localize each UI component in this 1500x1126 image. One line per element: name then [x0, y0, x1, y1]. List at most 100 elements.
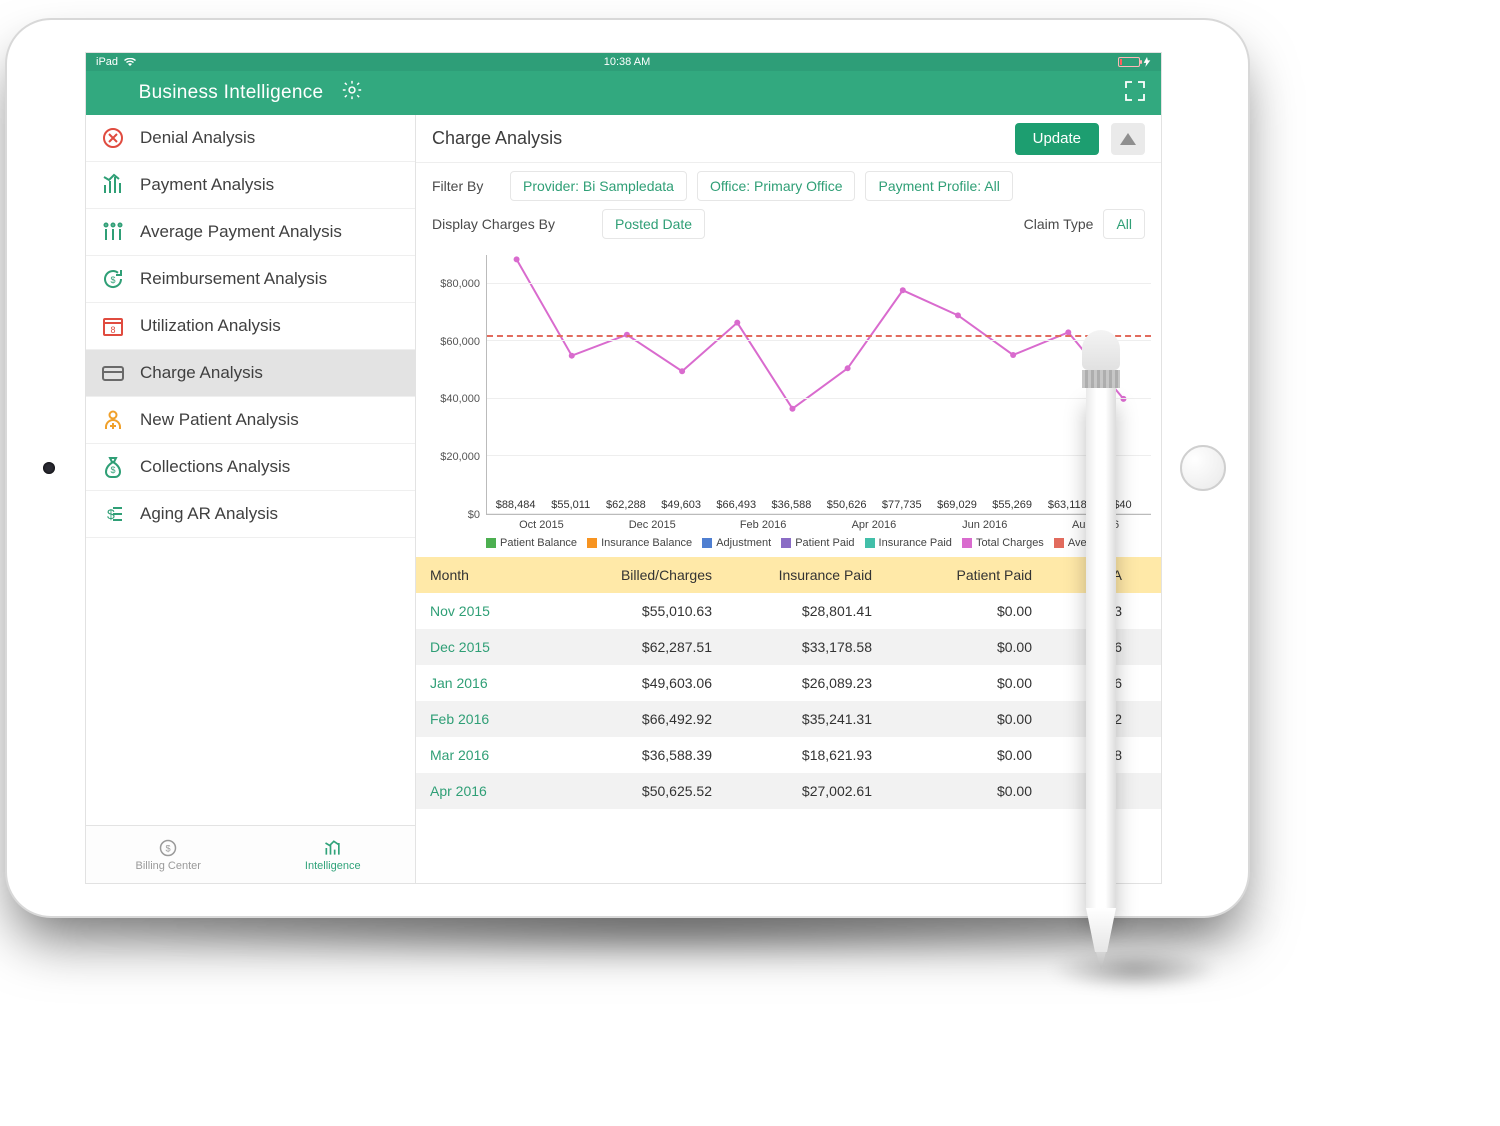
cell-patient-paid: $0.00: [886, 783, 1046, 799]
nav-item-label: Reimbursement Analysis: [140, 269, 327, 289]
filter-office[interactable]: Office: Primary Office: [697, 171, 856, 201]
nav-utilization-analysis[interactable]: 8 Utilization Analysis: [86, 303, 415, 350]
nav-charge-analysis[interactable]: Charge Analysis: [86, 350, 415, 397]
front-camera: [43, 462, 55, 474]
apple-pencil: [1082, 330, 1120, 970]
page-header: Charge Analysis Update: [416, 115, 1161, 163]
cell-billed: $50,625.52: [566, 783, 726, 799]
screen: iPad 10:38 AM Business Intelligence: [85, 52, 1162, 884]
nav-aging-ar-analysis[interactable]: $ Aging AR Analysis: [86, 491, 415, 538]
table-row[interactable]: Jan 2016$49,603.06$26,089.23$0.00$ 46: [416, 665, 1161, 701]
legend-insurance-balance: Insurance Balance: [587, 537, 692, 549]
nav-average-payment-analysis[interactable]: Average Payment Analysis: [86, 209, 415, 256]
cell-month: Nov 2015: [416, 603, 566, 619]
tab-intelligence[interactable]: Intelligence: [251, 826, 416, 883]
tab-label: Intelligence: [305, 860, 361, 872]
collapse-toggle[interactable]: [1111, 123, 1145, 155]
app-title: Business Intelligence: [139, 82, 324, 104]
cell-insurance-paid: $27,002.61: [726, 783, 886, 799]
bar-value-label: $88,484: [496, 499, 536, 511]
chart-y-axis: $0$20,000$40,000$60,000$80,000: [426, 255, 486, 515]
col-patient-paid: Patient Paid: [886, 567, 1046, 583]
nav-collections-analysis[interactable]: $ Collections Analysis: [86, 444, 415, 491]
table-row[interactable]: Nov 2015$55,010.63$28,801.41$0.00$ 53: [416, 593, 1161, 629]
fullscreen-icon[interactable]: [1123, 79, 1147, 108]
cell-billed: $49,603.06: [566, 675, 726, 691]
tab-label: Billing Center: [136, 860, 201, 872]
legend-adjustment: Adjustment: [702, 537, 771, 549]
col-billed: Billed/Charges: [566, 567, 726, 583]
filter-claim-type[interactable]: All: [1103, 209, 1145, 239]
svg-text:$: $: [166, 843, 171, 853]
bar-value-label: $50,626: [827, 499, 867, 511]
nav-item-label: Utilization Analysis: [140, 316, 281, 336]
svg-text:$: $: [110, 465, 115, 475]
table-row[interactable]: Mar 2016$36,588.39$18,621.93$0.00$ 18: [416, 737, 1161, 773]
clock: 10:38 AM: [136, 56, 1118, 68]
display-charges-by-label: Display Charges By: [432, 216, 592, 232]
cell-billed: $66,492.92: [566, 711, 726, 727]
bars-average-icon: [100, 219, 126, 245]
bar-value-label: $36,588: [772, 499, 812, 511]
bar-value-label: $66,493: [716, 499, 756, 511]
nav-item-label: Denial Analysis: [140, 128, 255, 148]
table-row[interactable]: Apr 2016$50,625.52$27,002.61$0.00$: [416, 773, 1161, 809]
credit-card-icon: [100, 360, 126, 386]
filter-provider[interactable]: Provider: Bi Sampledata: [510, 171, 687, 201]
data-table: Month Billed/Charges Insurance Paid Pati…: [416, 557, 1161, 809]
nav-new-patient-analysis[interactable]: New Patient Analysis: [86, 397, 415, 444]
col-insurance-paid: Insurance Paid: [726, 567, 886, 583]
dollar-list-icon: $: [100, 501, 126, 527]
update-button[interactable]: Update: [1015, 123, 1099, 155]
table-body: Nov 2015$55,010.63$28,801.41$0.00$ 53Dec…: [416, 593, 1161, 809]
cell-month: Dec 2015: [416, 639, 566, 655]
col-month: Month: [416, 567, 566, 583]
bar-value-label: $55,269: [992, 499, 1032, 511]
battery-icon: [1118, 57, 1151, 67]
settings-gear-icon[interactable]: [341, 79, 363, 107]
svg-text:$: $: [110, 275, 115, 285]
bottom-tab-bar: $ Billing Center Intelligence: [86, 825, 415, 883]
status-bar: iPad 10:38 AM: [86, 53, 1161, 71]
cell-month: Jan 2016: [416, 675, 566, 691]
nav-payment-analysis[interactable]: Payment Analysis: [86, 162, 415, 209]
bar-value-label: $63,118: [1048, 499, 1087, 511]
tab-billing-center[interactable]: $ Billing Center: [86, 826, 251, 883]
claim-type-label: Claim Type: [1024, 216, 1094, 232]
bar-value-label: $62,288: [606, 499, 646, 511]
legend-insurance-paid: Insurance Paid: [865, 537, 952, 549]
filter-display-by[interactable]: Posted Date: [602, 209, 705, 239]
cell-billed: $62,287.51: [566, 639, 726, 655]
cell-month: Mar 2016: [416, 747, 566, 763]
cell-month: Apr 2016: [416, 783, 566, 799]
ipad-device: iPad 10:38 AM Business Intelligence: [5, 18, 1250, 918]
bar-value-label: $77,735: [882, 499, 922, 511]
cell-insurance-paid: $33,178.58: [726, 639, 886, 655]
chart-plot[interactable]: $88,484$55,011$62,288$49,603$66,493$36,5…: [486, 255, 1151, 515]
sidebar: Denial Analysis Payment Analysis Average…: [86, 115, 416, 883]
money-bag-icon: $: [100, 454, 126, 480]
app-header: Business Intelligence: [86, 71, 1161, 115]
cell-patient-paid: $0.00: [886, 675, 1046, 691]
nav-item-label: Collections Analysis: [140, 457, 290, 477]
x-circle-icon: [100, 125, 126, 151]
cell-patient-paid: $0.00: [886, 639, 1046, 655]
nav-item-label: Aging AR Analysis: [140, 504, 278, 524]
nav-reimbursement-analysis[interactable]: $ Reimbursement Analysis: [86, 256, 415, 303]
svg-text:8: 8: [110, 325, 115, 335]
nav-item-label: Charge Analysis: [140, 363, 263, 383]
bar-value-label: $49,603: [661, 499, 701, 511]
calendar-icon: 8: [100, 313, 126, 339]
device-label: iPad: [96, 56, 118, 68]
cell-patient-paid: $0.00: [886, 603, 1046, 619]
table-row[interactable]: Feb 2016$66,492.92$35,241.31$0.00$ 92: [416, 701, 1161, 737]
nav-denial-analysis[interactable]: Denial Analysis: [86, 115, 415, 162]
main-panel: Charge Analysis Update Filter By Provide…: [416, 115, 1161, 883]
wifi-icon: [124, 58, 136, 66]
filter-payment-profile[interactable]: Payment Profile: All: [865, 171, 1012, 201]
home-button[interactable]: [1180, 445, 1226, 491]
cell-billed: $55,010.63: [566, 603, 726, 619]
refund-dollar-icon: $: [100, 266, 126, 292]
bar-value-label: $69,029: [937, 499, 977, 511]
table-row[interactable]: Dec 2015$62,287.51$33,178.58$0.00$ 56: [416, 629, 1161, 665]
